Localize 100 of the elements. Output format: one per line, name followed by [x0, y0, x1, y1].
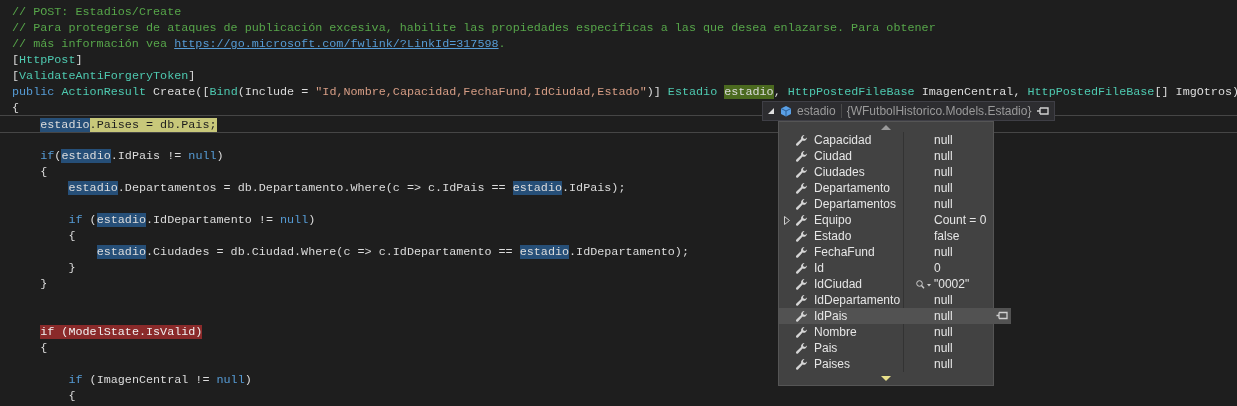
variable-type: {WFutbolHistorico.Models.Estadio} [846, 103, 1032, 120]
code-token: ImagenCentral, [921, 85, 1022, 99]
wrench-icon [795, 325, 808, 339]
member-value: null [934, 132, 953, 149]
member-name: Paises [814, 356, 852, 373]
member-row[interactable]: FechaFund null [779, 244, 993, 260]
member-value: Count = 0 [934, 212, 987, 229]
code-token: ) [308, 213, 316, 227]
member-name: Departamentos [814, 196, 898, 213]
code-token: ] [188, 69, 196, 83]
code-token: HttpPostedFileBase [787, 85, 915, 99]
code-token: ( [54, 149, 62, 163]
collapse-triangle-icon[interactable] [767, 107, 775, 115]
code-token: { [40, 341, 48, 355]
wrench-icon [795, 213, 808, 227]
code-token: } [68, 261, 76, 275]
code-token: HttpPost [19, 53, 76, 67]
code-token: // POST: Estadios/Create [12, 5, 182, 19]
member-row[interactable]: Departamentos null [779, 196, 993, 212]
member-row[interactable]: Equipo Count = 0 [779, 212, 993, 228]
member-value: null [934, 148, 953, 165]
code-token: ActionResult [61, 85, 146, 99]
code-token: if [68, 213, 83, 227]
member-row[interactable]: Id 0 [779, 260, 993, 276]
code-token: estadio [61, 149, 111, 163]
code-token: , [773, 85, 782, 99]
member-row[interactable]: IdDepartamento null [779, 292, 993, 308]
code-token: ] [75, 53, 83, 67]
wrench-icon [795, 245, 808, 259]
scroll-down-icon[interactable] [881, 376, 891, 381]
member-name: Id [814, 260, 825, 277]
code-token: { [12, 101, 20, 115]
member-row[interactable]: Departamento null [779, 180, 993, 196]
wrench-icon [795, 197, 808, 211]
wrench-icon [795, 229, 808, 243]
code-token: estadio [96, 245, 146, 259]
wrench-icon [795, 165, 808, 179]
code-token: Estadio [667, 85, 718, 99]
wrench-icon [795, 277, 808, 291]
code-token: ) [216, 149, 224, 163]
member-value: null [934, 164, 953, 181]
member-value: "0002" [934, 276, 970, 293]
member-row[interactable]: Estado false [779, 228, 993, 244]
code-token: ) [244, 373, 252, 387]
member-name: Departamento [814, 180, 892, 197]
member-value: null [934, 244, 953, 261]
code-token: (ImagenCentral != [89, 373, 211, 387]
member-value: 0 [934, 260, 941, 277]
code-token: Create([ [153, 85, 210, 99]
code-token: [ [12, 53, 20, 67]
member-value: null [934, 324, 953, 341]
expand-triangle-icon[interactable] [784, 215, 790, 225]
scroll-up-icon[interactable] [881, 124, 891, 130]
member-row[interactable]: Paises null [779, 356, 993, 372]
magnifier-icon[interactable] [916, 279, 932, 289]
code-token: } [40, 277, 48, 291]
wrench-icon [795, 341, 808, 355]
member-row[interactable]: Pais null [779, 340, 993, 356]
member-row[interactable]: Ciudades null [779, 164, 993, 180]
code-token: .Paises = db.Pais; [89, 118, 217, 132]
code-token: .IdDepartamento != [146, 213, 274, 227]
member-value: null [934, 308, 953, 325]
member-value: null [934, 180, 953, 197]
member-row[interactable]: IdCiudad "0002" [779, 276, 993, 292]
member-row[interactable]: IdPais null [779, 308, 1011, 324]
code-token: (Include = [237, 85, 310, 99]
wrench-icon [795, 133, 808, 147]
member-name: Ciudad [814, 148, 854, 165]
code-token: null [280, 213, 309, 227]
code-token: [ [12, 69, 20, 83]
member-value: null [934, 196, 953, 213]
code-token: estadio [68, 181, 118, 195]
code-token: [] ImgOtros) [1154, 85, 1237, 99]
pin-icon[interactable] [1036, 106, 1051, 116]
link[interactable]: https://go.microsoft.com/fwlink/?LinkId=317598 [174, 37, 499, 51]
code-token: null [216, 373, 245, 387]
code-token: estadio [40, 118, 90, 132]
member-row[interactable]: Capacidad null [779, 132, 993, 148]
wrench-icon [795, 261, 808, 275]
cube-icon [780, 105, 792, 117]
member-row[interactable]: Nombre null [779, 324, 993, 340]
pin-icon[interactable] [996, 311, 1008, 320]
code-token: if (ModelState.IsValid) [40, 325, 203, 339]
member-value: false [934, 228, 960, 245]
member-name: Nombre [814, 324, 858, 341]
member-name: Ciudades [814, 164, 866, 181]
member-name: IdCiudad [814, 276, 864, 293]
code-token: ValidateAntiForgeryToken [19, 69, 189, 83]
member-name: IdDepartamento [814, 292, 902, 309]
wrench-icon [795, 357, 808, 371]
code-token: estadio [724, 85, 774, 99]
member-value: null [934, 356, 953, 373]
code-token: public [12, 85, 55, 99]
wrench-icon [795, 149, 808, 163]
member-row[interactable]: Ciudad null [779, 148, 993, 164]
code-token: if [40, 149, 55, 163]
code-token: estadio [519, 245, 570, 259]
code-token: )] [646, 85, 662, 99]
member-name: Pais [814, 340, 839, 357]
member-value: null [934, 340, 953, 357]
